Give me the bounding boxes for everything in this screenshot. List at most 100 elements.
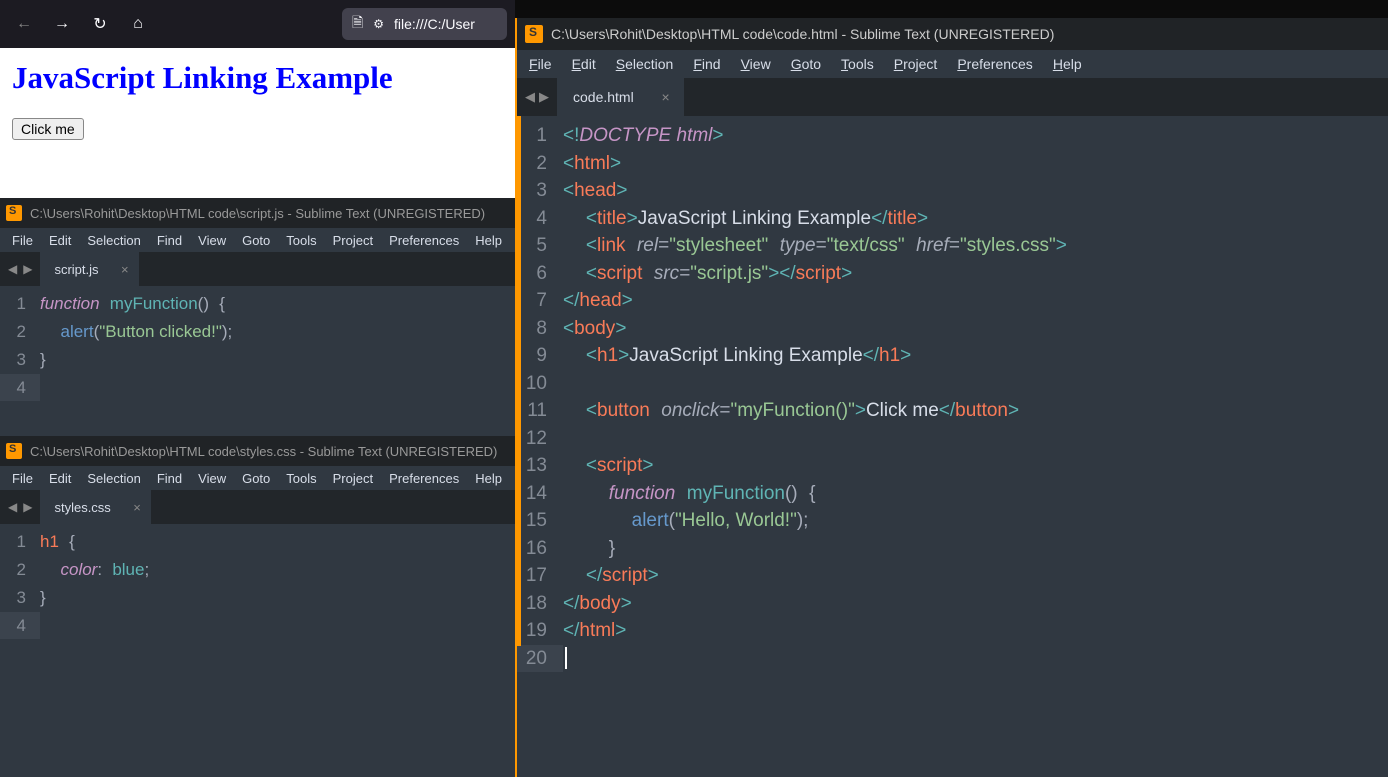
line-number: 15 [517, 507, 563, 535]
menu-preferences[interactable]: Preferences [381, 469, 467, 488]
line-number: 17 [517, 562, 563, 590]
line-number: 6 [517, 260, 563, 288]
tab-row: ◀▶ code.html× [517, 78, 1388, 116]
line-number: 4 [0, 612, 40, 639]
tab-prev-icon[interactable]: ◀ [6, 260, 19, 278]
page-heading: JavaScript Linking Example [12, 60, 503, 96]
window-title: C:\Users\Rohit\Desktop\HTML code\styles.… [30, 444, 497, 459]
permissions-icon: ⚙ [373, 17, 384, 31]
modified-indicator [517, 116, 521, 646]
browser-toolbar: ← → ↻ ⌂ 🗎 ⚙ file:///C:/User [0, 0, 515, 48]
sublime-window-stylescss: C:\Users\Rohit\Desktop\HTML code\styles.… [0, 436, 515, 777]
menu-selection[interactable]: Selection [79, 469, 148, 488]
line-number: 4 [0, 374, 40, 401]
menu-view[interactable]: View [190, 231, 234, 250]
title-bar: S C:\Users\Rohit\Desktop\HTML code\code.… [517, 18, 1388, 50]
menu-find[interactable]: Find [683, 53, 730, 75]
menu-edit[interactable]: Edit [41, 231, 79, 250]
sublime-logo-icon [6, 443, 22, 459]
menu-edit[interactable]: Edit [41, 469, 79, 488]
menu-file[interactable]: File [4, 231, 41, 250]
line-number: 4 [517, 205, 563, 233]
line-number: 11 [517, 397, 563, 425]
code-editor[interactable]: 1function myFunction() { 2 alert("Button… [0, 286, 515, 402]
tab-row: ◀▶ styles.css× [0, 490, 515, 524]
text-cursor [565, 647, 567, 669]
line-number: 12 [517, 425, 563, 453]
line-number: 18 [517, 590, 563, 618]
line-number: 20 [517, 645, 563, 673]
url-bar[interactable]: 🗎 ⚙ file:///C:/User [342, 8, 507, 40]
menu-find[interactable]: Find [149, 469, 190, 488]
line-number: 10 [517, 370, 563, 398]
menu-goto[interactable]: Goto [781, 53, 831, 75]
menu-view[interactable]: View [190, 469, 234, 488]
sublime-window-scriptjs: C:\Users\Rohit\Desktop\HTML code\script.… [0, 198, 515, 436]
line-number: 8 [517, 315, 563, 343]
line-number: 1 [517, 122, 563, 150]
line-number: 5 [517, 232, 563, 260]
home-button[interactable]: ⌂ [122, 8, 154, 40]
line-number: 2 [517, 150, 563, 178]
menu-preferences[interactable]: Preferences [947, 53, 1043, 75]
close-icon[interactable]: × [121, 262, 129, 277]
menu-goto[interactable]: Goto [234, 469, 278, 488]
line-number: 1 [0, 528, 40, 555]
line-number: 9 [517, 342, 563, 370]
menu-selection[interactable]: Selection [606, 53, 684, 75]
line-number: 1 [0, 290, 40, 317]
line-number: 3 [0, 346, 40, 373]
menu-goto[interactable]: Goto [234, 231, 278, 250]
menu-bar: FileEditSelectionFindViewGotoToolsProjec… [0, 466, 515, 490]
close-icon[interactable]: × [662, 89, 670, 105]
code-editor[interactable]: 1<!DOCTYPE html> 2<html> 3<head> 4 <titl… [517, 116, 1388, 672]
reload-button[interactable]: ↻ [84, 8, 116, 40]
title-bar: C:\Users\Rohit\Desktop\HTML code\styles.… [0, 436, 515, 466]
line-number: 2 [0, 556, 40, 583]
tab-prev-icon[interactable]: ◀ [6, 498, 19, 516]
tab-row: ◀▶ script.js× [0, 252, 515, 286]
menu-project[interactable]: Project [325, 231, 381, 250]
menu-bar: FileEditSelectionFindViewGotoToolsProjec… [0, 228, 515, 252]
menu-tools[interactable]: Tools [278, 469, 324, 488]
tab-codehtml[interactable]: code.html× [557, 78, 684, 116]
click-me-button[interactable]: Click me [12, 118, 84, 140]
tab-prev-icon[interactable]: ◀ [525, 89, 535, 105]
line-number: 14 [517, 480, 563, 508]
line-number: 16 [517, 535, 563, 563]
tab-next-icon[interactable]: ▶ [21, 260, 34, 278]
menu-tools[interactable]: Tools [831, 53, 884, 75]
menu-bar: FileEditSelectionFindViewGotoToolsProjec… [517, 50, 1388, 78]
menu-view[interactable]: View [731, 53, 781, 75]
menu-help[interactable]: Help [467, 231, 510, 250]
menu-help[interactable]: Help [467, 469, 510, 488]
menu-tools[interactable]: Tools [278, 231, 324, 250]
rendered-page: JavaScript Linking Example Click me [0, 48, 515, 198]
sublime-window-codehtml: S C:\Users\Rohit\Desktop\HTML code\code.… [515, 18, 1388, 777]
line-number: 3 [0, 584, 40, 611]
line-number: 7 [517, 287, 563, 315]
forward-button[interactable]: → [46, 8, 78, 40]
menu-project[interactable]: Project [325, 469, 381, 488]
url-text: file:///C:/User [394, 16, 475, 32]
menu-file[interactable]: File [4, 469, 41, 488]
code-editor[interactable]: 1h1 { 2 color: blue; 3} 4 [0, 524, 515, 640]
line-number: 2 [0, 318, 40, 345]
menu-help[interactable]: Help [1043, 53, 1092, 75]
tab-next-icon[interactable]: ▶ [21, 498, 34, 516]
menu-edit[interactable]: Edit [562, 53, 606, 75]
menu-project[interactable]: Project [884, 53, 948, 75]
line-number: 19 [517, 617, 563, 645]
sublime-logo-icon: S [525, 25, 543, 43]
tab-stylescss[interactable]: styles.css× [40, 490, 150, 524]
menu-preferences[interactable]: Preferences [381, 231, 467, 250]
tab-next-icon[interactable]: ▶ [539, 89, 549, 105]
window-title: C:\Users\Rohit\Desktop\HTML code\code.ht… [551, 26, 1054, 42]
menu-selection[interactable]: Selection [79, 231, 148, 250]
back-button[interactable]: ← [8, 8, 40, 40]
close-icon[interactable]: × [133, 500, 141, 515]
tab-scriptjs[interactable]: script.js× [40, 252, 138, 286]
line-number: 13 [517, 452, 563, 480]
menu-file[interactable]: File [519, 53, 562, 75]
menu-find[interactable]: Find [149, 231, 190, 250]
